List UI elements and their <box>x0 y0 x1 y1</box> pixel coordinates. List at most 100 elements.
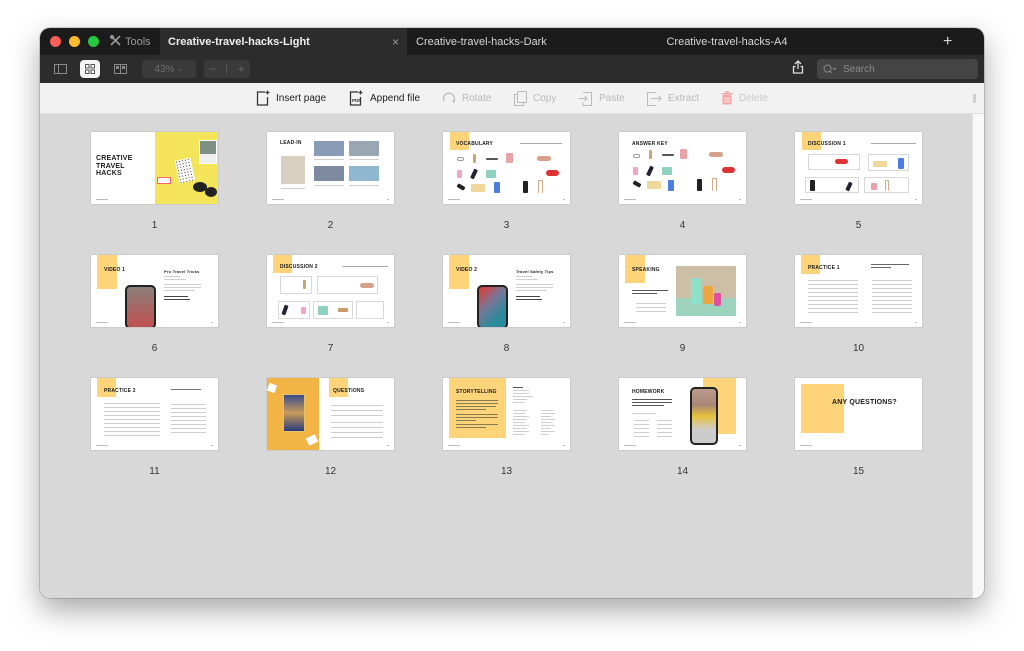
tools-icon <box>109 34 121 49</box>
slide-title: VIDEO 1 <box>104 267 126 273</box>
append-file-button[interactable]: PDF Append file <box>349 89 420 107</box>
rotate-button[interactable]: Rotate <box>442 89 491 107</box>
slide-preview: PRACTICE 1 <box>795 255 922 327</box>
extract-icon <box>647 91 662 106</box>
share-icon <box>792 60 804 74</box>
slide-title: HOMEWORK <box>632 389 665 395</box>
search-input[interactable] <box>843 63 963 75</box>
page-thumbnail[interactable]: VOCABULARY 3 <box>443 132 570 231</box>
slide-title: STORYTELLING <box>456 389 497 395</box>
slide-title: ANSWER KEY <box>632 141 668 147</box>
page-number: 3 <box>503 220 510 231</box>
slide-preview: VIDEO 1 Pro Travel Tricks <box>91 255 218 327</box>
page-thumbnail[interactable]: QUESTIONS 12 <box>267 378 394 477</box>
slide-preview: CREATIVE TRAVEL HACKS <box>91 132 218 204</box>
slide-preview: LEAD-IN <box>267 132 394 204</box>
zoom-out-button[interactable]: − <box>209 62 216 76</box>
tools-button[interactable]: Tools <box>109 34 160 49</box>
page-number: 2 <box>327 220 334 231</box>
page-number: 14 <box>676 466 689 477</box>
share-button[interactable] <box>792 60 804 79</box>
slide-preview: ANY QUESTIONS? <box>795 378 922 450</box>
cover-photo <box>155 132 218 204</box>
zoom-window-button[interactable] <box>88 36 99 47</box>
page-thumbnail[interactable]: HOMEWORK 14 <box>619 378 746 477</box>
page-thumbnail[interactable]: ANSWER KEY 4 <box>619 132 746 231</box>
page-number: 7 <box>327 343 334 354</box>
minimize-window-button[interactable] <box>69 36 80 47</box>
tab-creative-travel-hacks-light[interactable]: Creative-travel-hacks-Light × <box>160 28 407 55</box>
sidebar-icon <box>53 64 67 74</box>
slide-title: SPEAKING <box>632 267 660 273</box>
page-thumbnail[interactable]: CREATIVE TRAVEL HACKS 1 <box>91 132 218 231</box>
slide-preview: VIDEO 2 Travel Safety Tips <box>443 255 570 327</box>
grid-view-button[interactable] <box>80 60 100 78</box>
page-number: 10 <box>852 343 865 354</box>
slide-title: LEAD-IN <box>280 140 302 146</box>
slide-subtitle: Pro Travel Tricks <box>164 269 200 274</box>
extract-button[interactable]: Extract <box>646 89 699 107</box>
paste-button[interactable]: Paste <box>578 89 625 107</box>
page-number: 12 <box>324 466 337 477</box>
insert-page-button[interactable]: Insert page <box>256 89 326 107</box>
append-pdf-icon: PDF <box>349 90 363 106</box>
toolbar-overflow-handle[interactable] <box>973 94 976 103</box>
slide-preview: STORYTELLING <box>443 378 570 450</box>
insert-page-icon <box>256 90 270 106</box>
zoom-level-select[interactable]: 43% ⌄ <box>142 60 196 78</box>
slide-title: ANY QUESTIONS? <box>832 399 897 406</box>
new-tab-button[interactable]: + <box>943 33 952 51</box>
page-number: 11 <box>149 466 160 477</box>
page-number: 6 <box>151 343 158 354</box>
slide-preview: VOCABULARY <box>443 132 570 204</box>
page-number: 5 <box>855 220 862 231</box>
phone-video-preview <box>690 387 718 445</box>
chevron-down-icon: ⌄ <box>177 66 184 73</box>
page-number: 8 <box>503 343 510 354</box>
rotate-icon <box>442 92 456 103</box>
slide-subtitle: Travel Safety Tips <box>516 269 554 274</box>
search-icon <box>823 64 837 74</box>
adventure-book-photo <box>267 378 319 450</box>
slide-title: VOCABULARY <box>456 141 494 147</box>
page-thumbnail[interactable]: ANY QUESTIONS? 15 <box>795 378 922 477</box>
tab-creative-travel-hacks-a4[interactable]: Creative-travel-hacks-A4 <box>587 28 867 55</box>
app-window: Tools Creative-travel-hacks-Light × Crea… <box>40 28 984 598</box>
traffic-lights <box>40 36 110 47</box>
page-thumbnail[interactable]: SPEAKING 9 <box>619 255 746 354</box>
slide-preview: QUESTIONS <box>267 378 394 450</box>
slide-preview: PRACTICE 2 <box>91 378 218 450</box>
slide-title: PRACTICE 1 <box>808 265 840 271</box>
page-thumbnail[interactable]: PRACTICE 2 11 <box>91 378 218 477</box>
slide-title: QUESTIONS <box>333 388 365 394</box>
page-thumbnail[interactable]: PRACTICE 1 10 <box>795 255 922 354</box>
slide-title: PRACTICE 2 <box>104 388 136 394</box>
page-thumbnail[interactable]: LEAD-IN 2 <box>267 132 394 231</box>
slide-title: CREATIVE TRAVEL HACKS <box>96 155 133 177</box>
paste-icon <box>578 91 592 106</box>
close-tab-icon[interactable]: × <box>392 35 399 49</box>
page-thumbnail[interactable]: VIDEO 1 Pro Travel Tricks 6 <box>91 255 218 354</box>
two-page-view-button[interactable] <box>110 60 130 78</box>
tab-creative-travel-hacks-dark[interactable]: Creative-travel-hacks-Dark <box>407 28 587 55</box>
page-thumbnail[interactable]: DISCUSSION 2 7 <box>267 255 394 354</box>
page-actions-bar: Insert page PDF Append file Rotate Copy … <box>40 83 984 114</box>
page-thumbnail[interactable]: VIDEO 2 Travel Safety Tips 8 <box>443 255 570 354</box>
page-thumbnail[interactable]: DISCUSSION 1 5 <box>795 132 922 231</box>
sidebar-view-button[interactable] <box>50 60 70 78</box>
close-window-button[interactable] <box>50 36 61 47</box>
slide-title: VIDEO 2 <box>456 267 478 273</box>
slide-preview: DISCUSSION 2 <box>267 255 394 327</box>
page-number: 4 <box>679 220 686 231</box>
page-thumbnail[interactable]: STORYTELLING 13 <box>443 378 570 477</box>
page-number: 13 <box>500 466 513 477</box>
zoom-in-button[interactable]: + <box>238 62 245 76</box>
copy-button[interactable]: Copy <box>514 89 556 107</box>
two-page-icon <box>113 64 127 74</box>
slide-preview: SPEAKING <box>619 255 746 327</box>
toolbar: 43% ⌄ − + <box>40 55 984 83</box>
search-field[interactable] <box>817 59 978 79</box>
delete-button[interactable]: Delete <box>721 89 768 107</box>
tab-bar: Tools Creative-travel-hacks-Light × Crea… <box>40 28 984 55</box>
vertical-scrollbar[interactable] <box>972 114 984 598</box>
